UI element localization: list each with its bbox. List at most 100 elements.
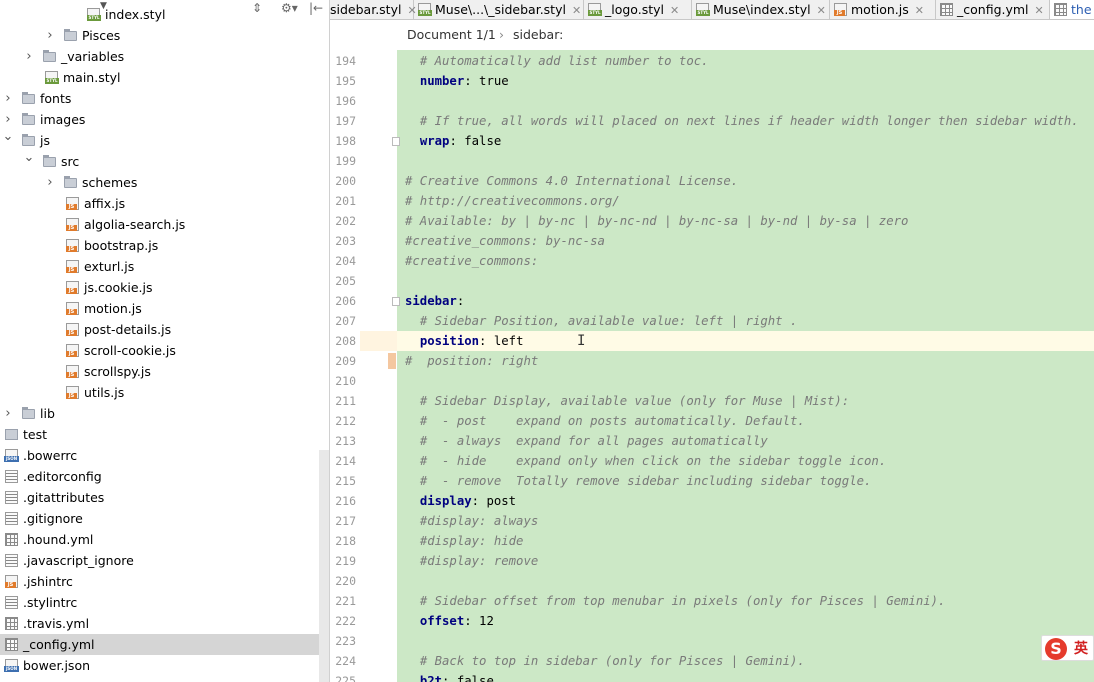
tree-item[interactable]: .travis.yml — [0, 613, 329, 634]
tree-item[interactable]: affix.js — [0, 193, 329, 214]
chevron-right-icon[interactable]: › — [2, 403, 14, 424]
tree-item[interactable]: post-details.js — [0, 319, 329, 340]
breadcrumb-document[interactable]: Document 1/1 — [407, 21, 496, 49]
fold-toggle-icon[interactable] — [392, 297, 400, 306]
tree-item[interactable]: scrollspy.js — [0, 361, 329, 382]
code-line[interactable]: 205 — [330, 271, 1094, 291]
code-line[interactable]: 209 # position: right — [330, 351, 1094, 371]
code-text: # - always expand for all pages automati… — [419, 434, 768, 448]
code-line[interactable]: 216 display: post — [330, 491, 1094, 511]
code-line[interactable]: 202 # Available: by | by-nc | by-nc-nd | … — [330, 211, 1094, 231]
chevron-right-icon[interactable]: › — [23, 46, 35, 67]
tree-item[interactable]: motion.js — [0, 298, 329, 319]
tree-item[interactable]: .javascript_ignore — [0, 550, 329, 571]
close-tab-icon[interactable]: ✕ — [817, 4, 826, 17]
code-line[interactable]: 213 # - always expand for all pages auto… — [330, 431, 1094, 451]
tree-item[interactable]: › _variables — [0, 46, 329, 67]
tree-item[interactable]: main.styl — [0, 67, 329, 88]
chevron-right-icon[interactable]: › — [44, 25, 56, 46]
code-line[interactable]: 211 # Sidebar Display, available value (… — [330, 391, 1094, 411]
tree-item[interactable]: .jshintrc — [0, 571, 329, 592]
code-line[interactable]: 222 offset: 12 — [330, 611, 1094, 631]
tree-item[interactable]: ⌄ src — [0, 150, 329, 172]
code-line[interactable]: 207 # Sidebar Position, available value:… — [330, 311, 1094, 331]
tree-item-label: .hound.yml — [23, 532, 94, 547]
folder-icon — [22, 113, 35, 125]
editor-tab[interactable]: _config.yml ✕ — [936, 0, 1050, 19]
tree-item[interactable]: test — [0, 424, 329, 445]
tree-item[interactable]: exturl.js — [0, 256, 329, 277]
code-line[interactable]: 200 # Creative Commons 4.0 International … — [330, 171, 1094, 191]
chevron-right-icon[interactable]: › — [44, 172, 56, 193]
tree-item[interactable]: bootstrap.js — [0, 235, 329, 256]
line-number: 204 — [335, 254, 356, 268]
tree-item[interactable]: js.cookie.js — [0, 277, 329, 298]
tree-item[interactable]: utils.js — [0, 382, 329, 403]
tree-item-label: fonts — [40, 91, 72, 106]
code-line[interactable]: 208 position: left I — [330, 331, 1094, 351]
tree-item[interactable]: algolia-search.js — [0, 214, 329, 235]
code-line[interactable]: 221 # Sidebar offset from top menubar in… — [330, 591, 1094, 611]
change-marker[interactable] — [388, 353, 396, 369]
code-line[interactable]: 195 number: true — [330, 71, 1094, 91]
sidebar-scrollbar[interactable] — [319, 450, 329, 682]
tree-item[interactable]: › lib — [0, 403, 329, 424]
tree-item[interactable]: index.styl — [0, 4, 329, 25]
tree-item[interactable]: .gitignore — [0, 508, 329, 529]
code-editor[interactable]: 194 # Automatically add list number to t… — [330, 50, 1094, 682]
tree-item[interactable]: .hound.yml — [0, 529, 329, 550]
code-line[interactable]: 225 b2t: false — [330, 671, 1094, 682]
tree-item[interactable]: _config.yml — [0, 634, 329, 655]
code-line[interactable]: 210 — [330, 371, 1094, 391]
close-tab-icon[interactable]: ✕ — [572, 4, 581, 17]
code-line[interactable]: 206 sidebar: — [330, 291, 1094, 311]
code-line[interactable]: 204 #creative_commons: — [330, 251, 1094, 271]
tree-item[interactable]: › images — [0, 109, 329, 130]
code-line[interactable]: 215 # - remove Totally remove sidebar in… — [330, 471, 1094, 491]
close-tab-icon[interactable]: ✕ — [915, 4, 924, 17]
code-line[interactable]: 196 — [330, 91, 1094, 111]
code-line[interactable]: 223 — [330, 631, 1094, 651]
code-line[interactable]: 203 #creative_commons: by-nc-sa — [330, 231, 1094, 251]
editor-tab[interactable]: _logo.styl ✕ — [584, 0, 692, 19]
editor-tab[interactable]: Muse\index.styl ✕ — [692, 0, 830, 19]
line-number: 214 — [335, 454, 356, 468]
editor-tab[interactable]: motion.js ✕ — [830, 0, 936, 19]
tree-item[interactable]: scroll-cookie.js — [0, 340, 329, 361]
chevron-down-icon[interactable]: ⌄ — [23, 147, 35, 168]
chevron-down-icon[interactable]: ⌄ — [2, 126, 14, 147]
code-line[interactable]: 218 #display: hide — [330, 531, 1094, 551]
code-line[interactable]: 214 # - hide expand only when click on t… — [330, 451, 1094, 471]
code-line[interactable]: 217 #display: always — [330, 511, 1094, 531]
editor-tab[interactable]: the — [1050, 0, 1094, 19]
tree-item[interactable]: bower.json — [0, 655, 329, 676]
ime-indicator[interactable]: S 英 — [1041, 635, 1094, 661]
close-tab-icon[interactable]: ✕ — [1035, 4, 1044, 17]
code-line[interactable]: 212 # - post expand on posts automatical… — [330, 411, 1094, 431]
code-line[interactable]: 201 # http://creativecommons.org/ — [330, 191, 1094, 211]
tree-item-label: index.styl — [105, 7, 166, 22]
tree-item[interactable]: ⌄ js — [0, 129, 329, 151]
code-line[interactable]: 197 # If true, all words will placed on … — [330, 111, 1094, 131]
editor-tab[interactable]: Muse\...\_sidebar.styl ✕ — [414, 0, 584, 19]
tree-item[interactable]: › fonts — [0, 88, 329, 109]
breadcrumb-path[interactable]: sidebar: — [513, 21, 563, 49]
code-line[interactable]: 198 wrap: false — [330, 131, 1094, 151]
tree-item[interactable]: .bowerrc — [0, 445, 329, 466]
code-text: # position: right — [405, 354, 539, 368]
tree-item-label: lib — [40, 406, 55, 421]
fold-toggle-icon[interactable] — [392, 137, 400, 146]
code-line[interactable]: 194 # Automatically add list number to t… — [330, 51, 1094, 71]
tree-item[interactable]: .stylintrc — [0, 592, 329, 613]
chevron-right-icon[interactable]: › — [2, 88, 14, 109]
tree-item[interactable]: › schemes — [0, 172, 329, 193]
code-line[interactable]: 199 — [330, 151, 1094, 171]
code-line[interactable]: 220 — [330, 571, 1094, 591]
tree-item[interactable]: › Pisces — [0, 25, 329, 46]
close-tab-icon[interactable]: ✕ — [670, 4, 679, 17]
editor-tab[interactable]: sidebar.styl ✕ — [330, 0, 417, 19]
code-line[interactable]: 224 # Back to top in sidebar (only for P… — [330, 651, 1094, 671]
code-line[interactable]: 219 #display: remove — [330, 551, 1094, 571]
tree-item[interactable]: .gitattributes — [0, 487, 329, 508]
tree-item[interactable]: .editorconfig — [0, 466, 329, 487]
